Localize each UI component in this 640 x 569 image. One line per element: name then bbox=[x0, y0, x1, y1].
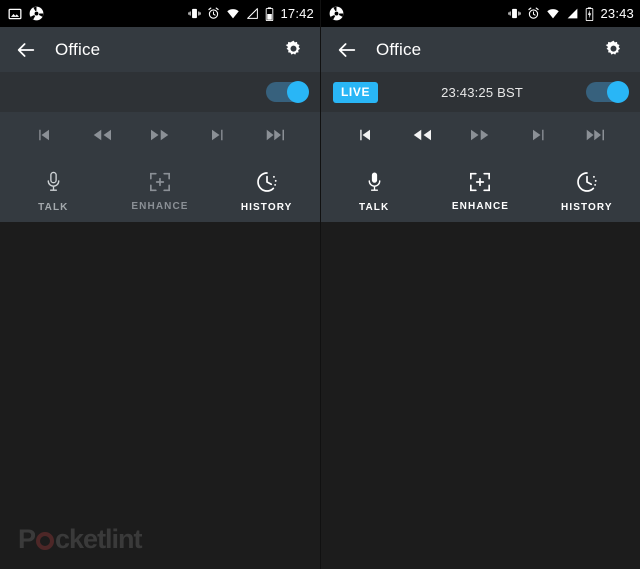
camera-power-toggle[interactable] bbox=[586, 81, 630, 103]
nav-item-history[interactable]: HISTORY bbox=[227, 171, 307, 213]
toggle-knob bbox=[287, 81, 309, 103]
signal-icon bbox=[568, 8, 578, 19]
nav-item-talk[interactable]: TALK bbox=[334, 171, 414, 213]
bottom-navigation: TALK ENHANCE HISTORY bbox=[0, 158, 320, 222]
phone-screenshot-left: 17:42 Office Connec bbox=[0, 0, 320, 569]
microphone-icon bbox=[47, 171, 60, 191]
signal-icon bbox=[247, 8, 259, 19]
nav-item-talk[interactable]: TALK bbox=[13, 171, 93, 213]
status-bar: 23:43 bbox=[321, 0, 640, 27]
dual-screenshot-stage: 17:42 Office Connec bbox=[0, 0, 640, 569]
live-badge[interactable]: LIVE bbox=[333, 81, 379, 103]
watermark-text-before: P bbox=[18, 524, 36, 554]
back-arrow-icon[interactable] bbox=[13, 37, 39, 63]
nav-label-talk: TALK bbox=[358, 201, 390, 213]
nav-label-enhance: ENHANCE bbox=[451, 200, 510, 212]
battery-icon bbox=[266, 6, 274, 21]
camera-power-toggle[interactable] bbox=[266, 81, 309, 103]
watermark-o-icon bbox=[36, 532, 55, 550]
back-arrow-icon[interactable] bbox=[334, 37, 360, 63]
bottom-navigation: TALK ENHANCE HISTORY bbox=[321, 158, 640, 222]
app-icon bbox=[329, 6, 344, 21]
status-bar-left-icons bbox=[8, 6, 44, 21]
skip-next-icon[interactable] bbox=[522, 118, 556, 152]
status-bar-clock: 23:43 bbox=[600, 6, 634, 21]
page-title: Office bbox=[55, 39, 101, 59]
app-icon bbox=[29, 6, 44, 21]
app-bar: Office bbox=[321, 27, 640, 72]
status-bar-right-icons: 23:43 bbox=[508, 6, 634, 21]
history-clock-icon bbox=[577, 171, 597, 192]
vibrate-icon bbox=[188, 8, 202, 19]
fast-forward-icon[interactable] bbox=[463, 118, 497, 152]
rewind-icon[interactable] bbox=[405, 118, 439, 152]
fast-forward-icon[interactable] bbox=[143, 118, 177, 152]
nav-item-enhance[interactable]: ENHANCE bbox=[120, 172, 200, 212]
transport-controls bbox=[0, 112, 320, 158]
transport-controls bbox=[321, 112, 640, 158]
nav-label-talk: TALK bbox=[38, 201, 69, 213]
gear-icon[interactable] bbox=[600, 37, 626, 63]
live-control-bar bbox=[0, 72, 320, 112]
live-timestamp: 23:43:25 BST bbox=[441, 84, 523, 100]
status-bar-right-icons: 17:42 bbox=[188, 6, 314, 21]
jump-end-icon[interactable] bbox=[580, 118, 614, 152]
nav-item-history[interactable]: HISTORY bbox=[547, 171, 627, 213]
app-bar: Office bbox=[0, 27, 320, 72]
battery-icon bbox=[586, 6, 594, 21]
enhance-icon bbox=[149, 172, 170, 191]
enhance-icon bbox=[470, 172, 491, 191]
nav-label-history: HISTORY bbox=[240, 201, 293, 213]
alarm-icon bbox=[208, 7, 220, 19]
skip-previous-icon[interactable] bbox=[347, 118, 381, 152]
page-title: Office bbox=[376, 39, 422, 59]
rewind-icon[interactable] bbox=[85, 118, 119, 152]
live-control-bar: LIVE 23:43:25 BST bbox=[321, 72, 640, 112]
alarm-icon bbox=[528, 7, 540, 19]
skip-previous-icon[interactable] bbox=[26, 118, 60, 152]
skip-next-icon[interactable] bbox=[201, 118, 235, 152]
microphone-icon bbox=[368, 171, 381, 191]
nav-item-enhance[interactable]: ENHANCE bbox=[440, 172, 520, 212]
status-bar-clock: 17:42 bbox=[280, 6, 314, 21]
phone-screenshot-right: 23:43 Office LIVE 23:43:25 BST TALK ENHA… bbox=[320, 0, 640, 569]
wifi-icon bbox=[227, 9, 240, 19]
watermark-text-after: cketlint bbox=[55, 524, 143, 554]
gear-icon[interactable] bbox=[280, 37, 306, 63]
status-bar-left-icons bbox=[329, 6, 344, 21]
vibrate-icon bbox=[508, 8, 522, 19]
wifi-icon bbox=[547, 9, 560, 19]
pocketlint-watermark: P cketlint bbox=[18, 524, 143, 555]
status-bar: 17:42 bbox=[0, 0, 320, 27]
toggle-knob bbox=[607, 81, 630, 103]
nav-label-history: HISTORY bbox=[561, 201, 613, 213]
nav-label-enhance: ENHANCE bbox=[131, 200, 189, 212]
history-clock-icon bbox=[256, 171, 277, 192]
jump-end-icon[interactable] bbox=[260, 118, 294, 152]
image-icon bbox=[8, 8, 22, 19]
